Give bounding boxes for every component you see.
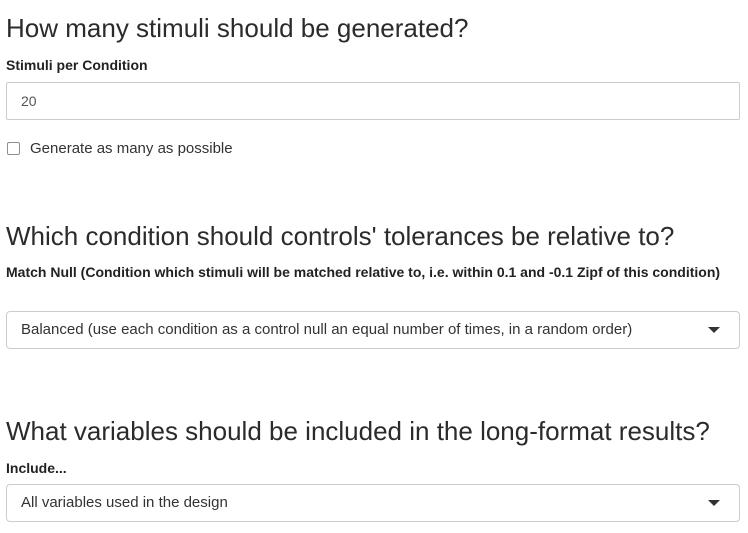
match-null-selected-value: Balanced (use each condition as a contro… bbox=[21, 321, 633, 338]
generate-max-checkbox-row[interactable]: Generate as many as possible bbox=[6, 138, 740, 158]
include-select[interactable]: All variables used in the design bbox=[6, 484, 740, 522]
generate-max-checkbox[interactable] bbox=[7, 141, 20, 155]
generate-max-row: Generate as many as possible bbox=[6, 138, 740, 158]
match-section: Which condition should controls' toleran… bbox=[6, 220, 740, 252]
include-section: What variables should be included in the… bbox=[6, 415, 740, 447]
caret-down-icon bbox=[708, 500, 720, 506]
caret-down-icon bbox=[708, 327, 720, 333]
match-null-select[interactable]: Balanced (use each condition as a contro… bbox=[6, 311, 740, 349]
stimuli-per-condition-label: Stimuli per Condition bbox=[6, 57, 148, 73]
include-selected-value: All variables used in the design bbox=[21, 494, 228, 511]
include-select-wrap: All variables used in the design bbox=[6, 484, 740, 522]
generate-max-label[interactable]: Generate as many as possible bbox=[30, 140, 233, 157]
stimuli-input-wrap: 20 bbox=[6, 82, 740, 120]
match-null-label: Match Null (Condition which stimuli will… bbox=[6, 264, 721, 280]
include-heading: What variables should be included in the… bbox=[6, 416, 710, 446]
include-label: Include... bbox=[6, 460, 67, 476]
stimuli-label-wrap: Stimuli per Condition bbox=[6, 54, 740, 76]
match-select-wrap: Balanced (use each condition as a contro… bbox=[6, 311, 740, 349]
include-label-wrap: Include... bbox=[6, 457, 740, 479]
stimuli-per-condition-input[interactable]: 20 bbox=[6, 82, 740, 120]
stimuli-heading: How many stimuli should be generated? bbox=[6, 13, 469, 43]
match-heading: Which condition should controls' toleran… bbox=[6, 221, 675, 251]
match-label-wrap: Match Null (Condition which stimuli will… bbox=[6, 261, 740, 283]
stimuli-section: How many stimuli should be generated? bbox=[6, 12, 740, 44]
